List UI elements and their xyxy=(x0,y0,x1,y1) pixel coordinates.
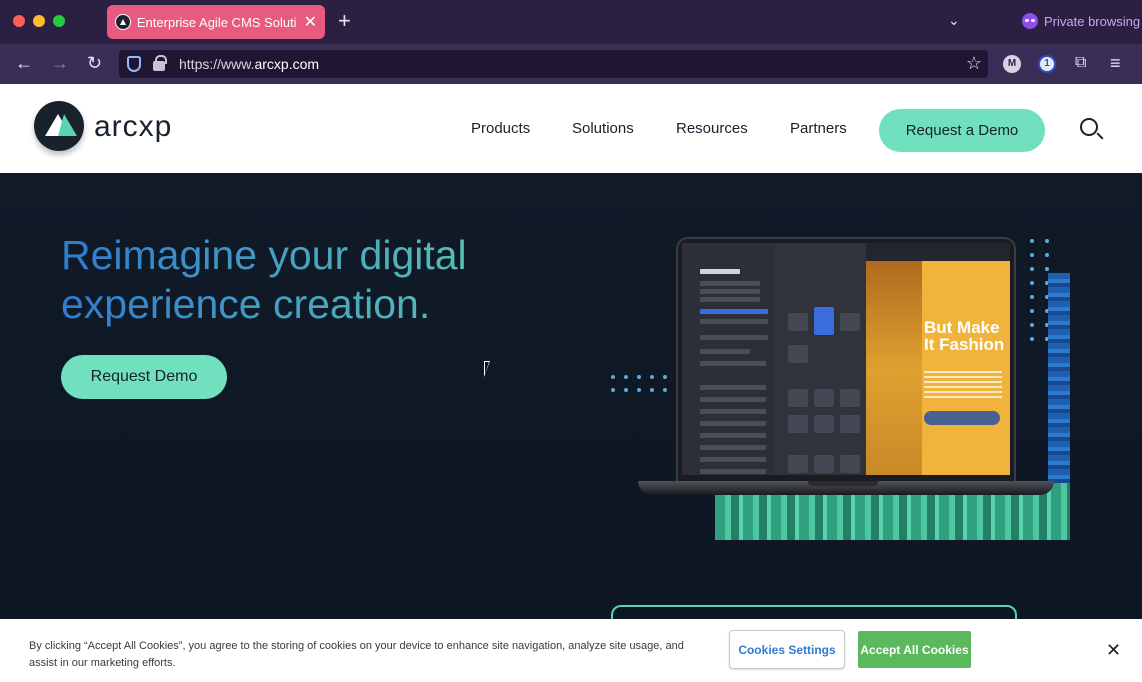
search-icon[interactable] xyxy=(1080,118,1098,136)
fashion-ad-preview: But Make It Fashion xyxy=(866,261,1010,475)
ad-title: But Make It Fashion xyxy=(924,318,1005,354)
forward-arrow-icon[interactable]: → xyxy=(51,53,69,73)
decorative-dot-grid xyxy=(1030,239,1049,341)
accept-all-cookies-button[interactable]: Accept All Cookies xyxy=(858,631,971,668)
minimize-window-button[interactable] xyxy=(33,15,45,27)
extensions-puzzle-icon[interactable]: ⧉ xyxy=(1075,53,1086,73)
decorative-dots xyxy=(611,388,667,392)
cms-screenshot: But Make It Fashion xyxy=(682,243,1010,475)
tab-close-icon[interactable]: ✕ xyxy=(304,12,317,32)
new-tab-button[interactable]: + xyxy=(338,10,351,32)
nav-resources[interactable]: Resources xyxy=(676,120,748,137)
shield-icon[interactable] xyxy=(127,56,141,72)
url-text[interactable]: https://www.arcxp.com xyxy=(179,56,319,72)
hero-section: Reimagine your digital experience creati… xyxy=(0,173,1142,619)
arcxp-logo-icon[interactable] xyxy=(34,101,84,151)
nav-products[interactable]: Products xyxy=(471,120,530,137)
laptop-mockup-image: But Make It Fashion xyxy=(676,237,1016,483)
nav-partners[interactable]: Partners xyxy=(790,120,847,137)
reload-icon[interactable]: ↻ xyxy=(87,53,102,73)
model-figure xyxy=(866,261,922,475)
laptop-notch xyxy=(808,481,878,486)
close-icon[interactable]: ✕ xyxy=(1106,641,1121,659)
site-header: arcxp Products Solutions Resources Partn… xyxy=(0,84,1142,173)
hero-title: Reimagine your digital experience creati… xyxy=(61,231,531,329)
active-tab[interactable]: Enterprise Agile CMS Solution | ✕ xyxy=(107,5,325,39)
chevron-down-icon[interactable]: ⌄ xyxy=(948,12,960,29)
ad-body-lines xyxy=(924,371,1002,399)
outlined-card xyxy=(611,605,1017,619)
tab-title: Enterprise Agile CMS Solution | xyxy=(136,14,296,30)
private-mask-icon xyxy=(1022,13,1038,29)
cookie-banner: By clicking “Accept All Cookies”, you ag… xyxy=(0,619,1142,682)
ad-shop-button xyxy=(924,411,1000,425)
browser-navbar: ← → ↻ https://www.arcxp.com ☆ M 1 ⧉ ≡ xyxy=(0,44,1142,84)
hamburger-menu-icon[interactable]: ≡ xyxy=(1110,53,1121,73)
cookies-settings-button[interactable]: Cookies Settings xyxy=(729,630,845,669)
mouse-cursor-icon xyxy=(484,361,490,377)
close-window-button[interactable] xyxy=(13,15,25,27)
request-a-demo-button[interactable]: Request a Demo xyxy=(879,109,1045,152)
nav-solutions[interactable]: Solutions xyxy=(572,120,634,137)
address-bar[interactable]: https://www.arcxp.com ☆ xyxy=(119,50,988,78)
lock-icon[interactable] xyxy=(153,55,167,71)
cms-left-panel xyxy=(682,243,774,475)
logo-text[interactable]: arcxp xyxy=(94,110,172,144)
m-extension-icon[interactable]: M xyxy=(1003,55,1021,73)
back-arrow-icon[interactable]: ← xyxy=(15,53,33,73)
browser-titlebar: Enterprise Agile CMS Solution | ✕ + ⌄ Pr… xyxy=(0,0,1142,44)
bookmark-star-icon[interactable]: ☆ xyxy=(966,53,982,74)
cms-blocks-panel xyxy=(774,243,866,475)
one-extension-icon[interactable]: 1 xyxy=(1038,55,1056,73)
private-browsing-label: Private browsing xyxy=(1044,13,1141,29)
decorative-dots xyxy=(611,375,667,379)
maximize-window-button[interactable] xyxy=(53,15,65,27)
private-browsing-indicator: Private browsing xyxy=(1022,13,1140,29)
request-demo-button[interactable]: Request Demo xyxy=(61,355,227,399)
cookie-text: By clicking “Accept All Cookies”, you ag… xyxy=(29,640,684,669)
arcxp-favicon-icon xyxy=(115,14,131,30)
